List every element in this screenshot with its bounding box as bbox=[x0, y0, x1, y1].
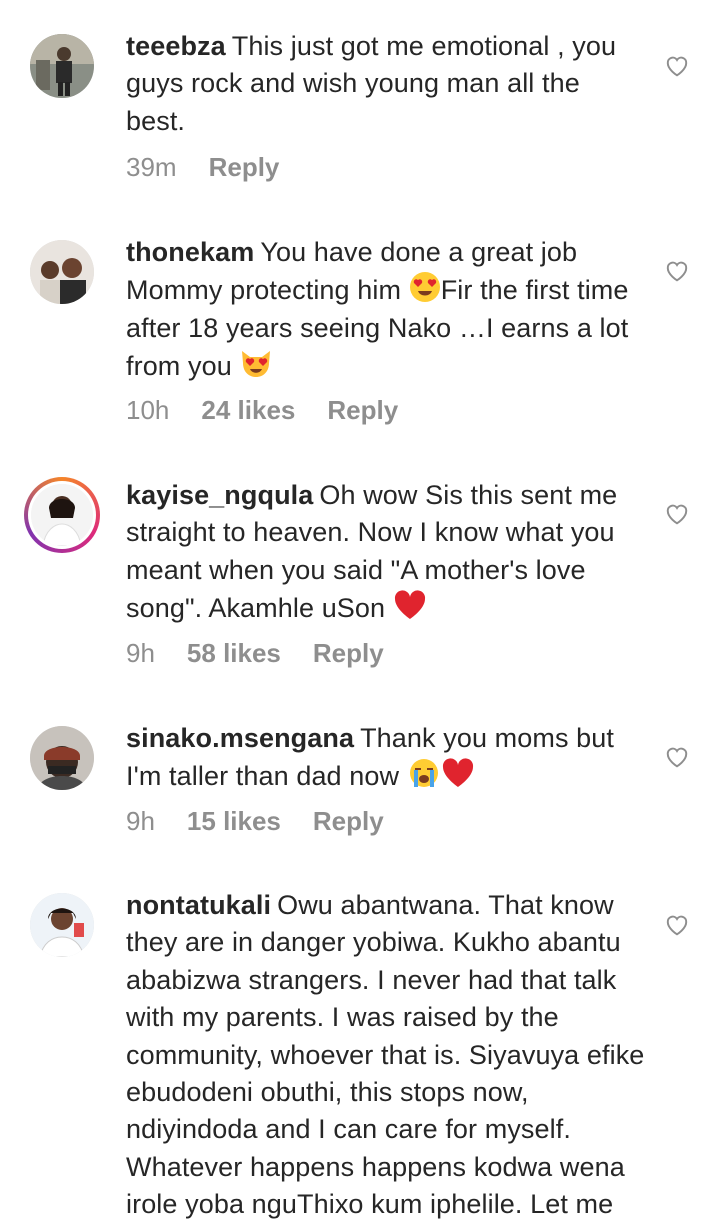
heart-outline-icon[interactable] bbox=[664, 912, 690, 936]
username[interactable]: nontatukali bbox=[126, 890, 271, 920]
avatar[interactable] bbox=[30, 893, 94, 957]
comment-text: nontatukali Owu abantwana. That know they… bbox=[126, 890, 645, 1220]
comment-item: nontatukali Owu abantwana. That know they… bbox=[0, 0, 720, 1226]
